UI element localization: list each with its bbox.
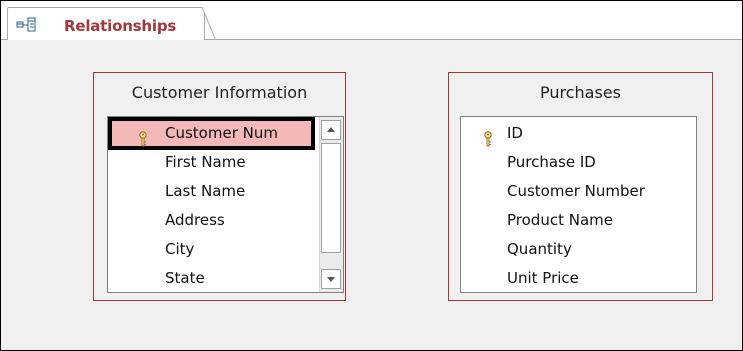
scroll-down-button[interactable] — [321, 269, 341, 289]
field-list[interactable]: Customer Num First Name Last Name Addres… — [107, 116, 344, 293]
scroll-up-icon — [327, 127, 335, 132]
tab-relationships[interactable]: Relationships — [7, 7, 216, 41]
document-tab-strip: Relationships — [1, 1, 742, 41]
vertical-scrollbar[interactable] — [319, 117, 343, 292]
field-label: Unit Price — [507, 269, 579, 287]
field-row-unit-price[interactable]: Unit Price — [461, 262, 696, 295]
field-label: State — [165, 269, 205, 287]
field-list[interactable]: ID Purchase ID Customer Number Product N… — [460, 116, 697, 293]
table-customer-information[interactable]: Customer Information Customer Num First … — [93, 72, 346, 301]
table-purchases[interactable]: Purchases ID Purchase ID Customer Number… — [448, 72, 713, 301]
scroll-thumb[interactable] — [321, 143, 341, 253]
table-title[interactable]: Purchases — [449, 83, 712, 102]
relationships-icon — [16, 17, 36, 33]
relationships-window: Relationships Customer Information Custo… — [0, 0, 743, 351]
tab-relationships-label: Relationships — [64, 17, 177, 35]
relationships-canvas[interactable]: Customer Information Customer Num First … — [1, 40, 742, 350]
field-row-state[interactable]: State — [108, 262, 343, 295]
scroll-up-button[interactable] — [321, 120, 341, 140]
table-title[interactable]: Customer Information — [94, 83, 345, 102]
scroll-down-icon — [327, 277, 335, 282]
primary-key-icon — [138, 126, 148, 147]
primary-key-icon — [483, 126, 493, 147]
